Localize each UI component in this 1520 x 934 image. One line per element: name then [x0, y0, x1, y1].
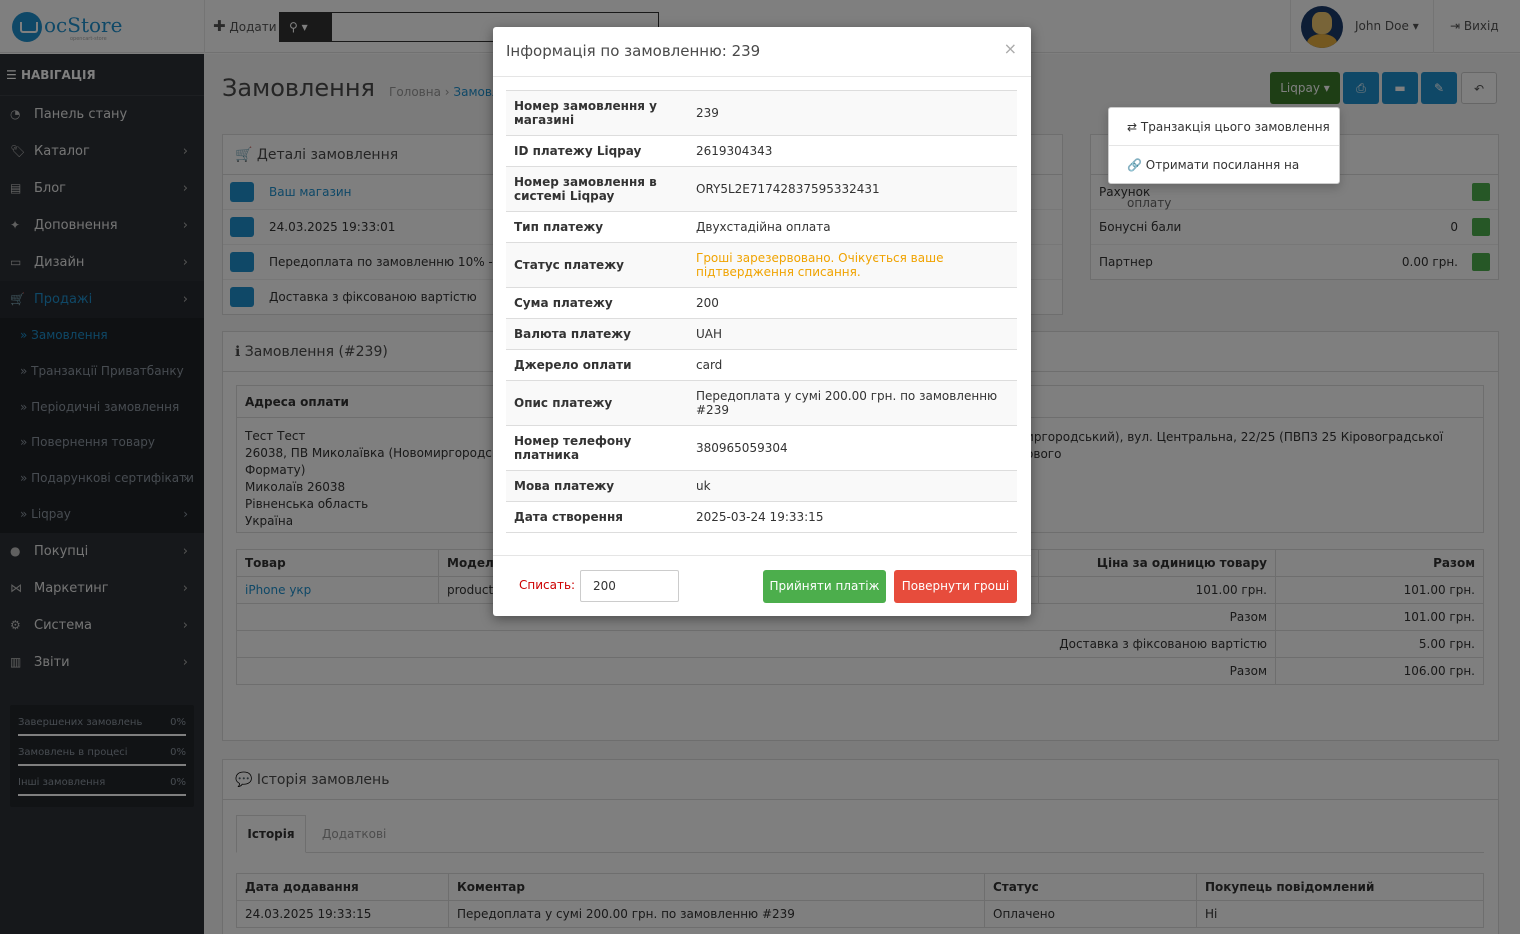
- info-row: Джерело оплати card: [506, 350, 1017, 381]
- order-info-modal: Інформація по замовленню: 239 × Номер зам…: [493, 27, 1031, 616]
- info-row: Номер замовлення в системі Liqpay ORY5L2E…: [506, 167, 1017, 212]
- charge-label: Списать:: [519, 578, 576, 592]
- refund-button[interactable]: Повернути гроші: [894, 570, 1017, 603]
- close-icon[interactable]: ×: [1004, 39, 1017, 58]
- info-row: ID платежу Liqpay 2619304343: [506, 136, 1017, 167]
- info-row: Дата створення 2025-03-24 19:33:15: [506, 502, 1017, 533]
- dropdown-payment-link[interactable]: 🔗 Отримати посилання на оплату: [1109, 146, 1339, 210]
- info-row: Опис платежу Передоплата у сумі 200.00 гр…: [506, 381, 1017, 426]
- modal-title: Інформація по замовленню: 239: [506, 42, 761, 60]
- info-row: Статус платежу Гроші зарезервовано. Очіку…: [506, 243, 1017, 288]
- liqpay-dropdown: ⇄ Транзакція цього замовлення 🔗 Отримати…: [1108, 107, 1340, 210]
- info-row: Валюта платежу UAH: [506, 319, 1017, 350]
- info-row: Номер телефону платника 380965059304: [506, 426, 1017, 471]
- info-row: Тип платежу Двухстадійна оплата: [506, 212, 1017, 243]
- link-icon: 🔗: [1127, 158, 1142, 172]
- info-row: Мова платежу uk: [506, 471, 1017, 502]
- info-row: Сума платежу 200: [506, 288, 1017, 319]
- payment-info-table: Номер замовлення у магазині 239 ID платежу…: [506, 90, 1017, 533]
- info-row: Номер замовлення у магазині 239: [506, 91, 1017, 136]
- accept-payment-button[interactable]: Прийняти платіж: [763, 570, 886, 603]
- exchange-icon: ⇄: [1127, 120, 1138, 134]
- charge-amount-input[interactable]: 200: [580, 570, 679, 602]
- dropdown-transaction[interactable]: ⇄ Транзакція цього замовлення: [1109, 108, 1339, 146]
